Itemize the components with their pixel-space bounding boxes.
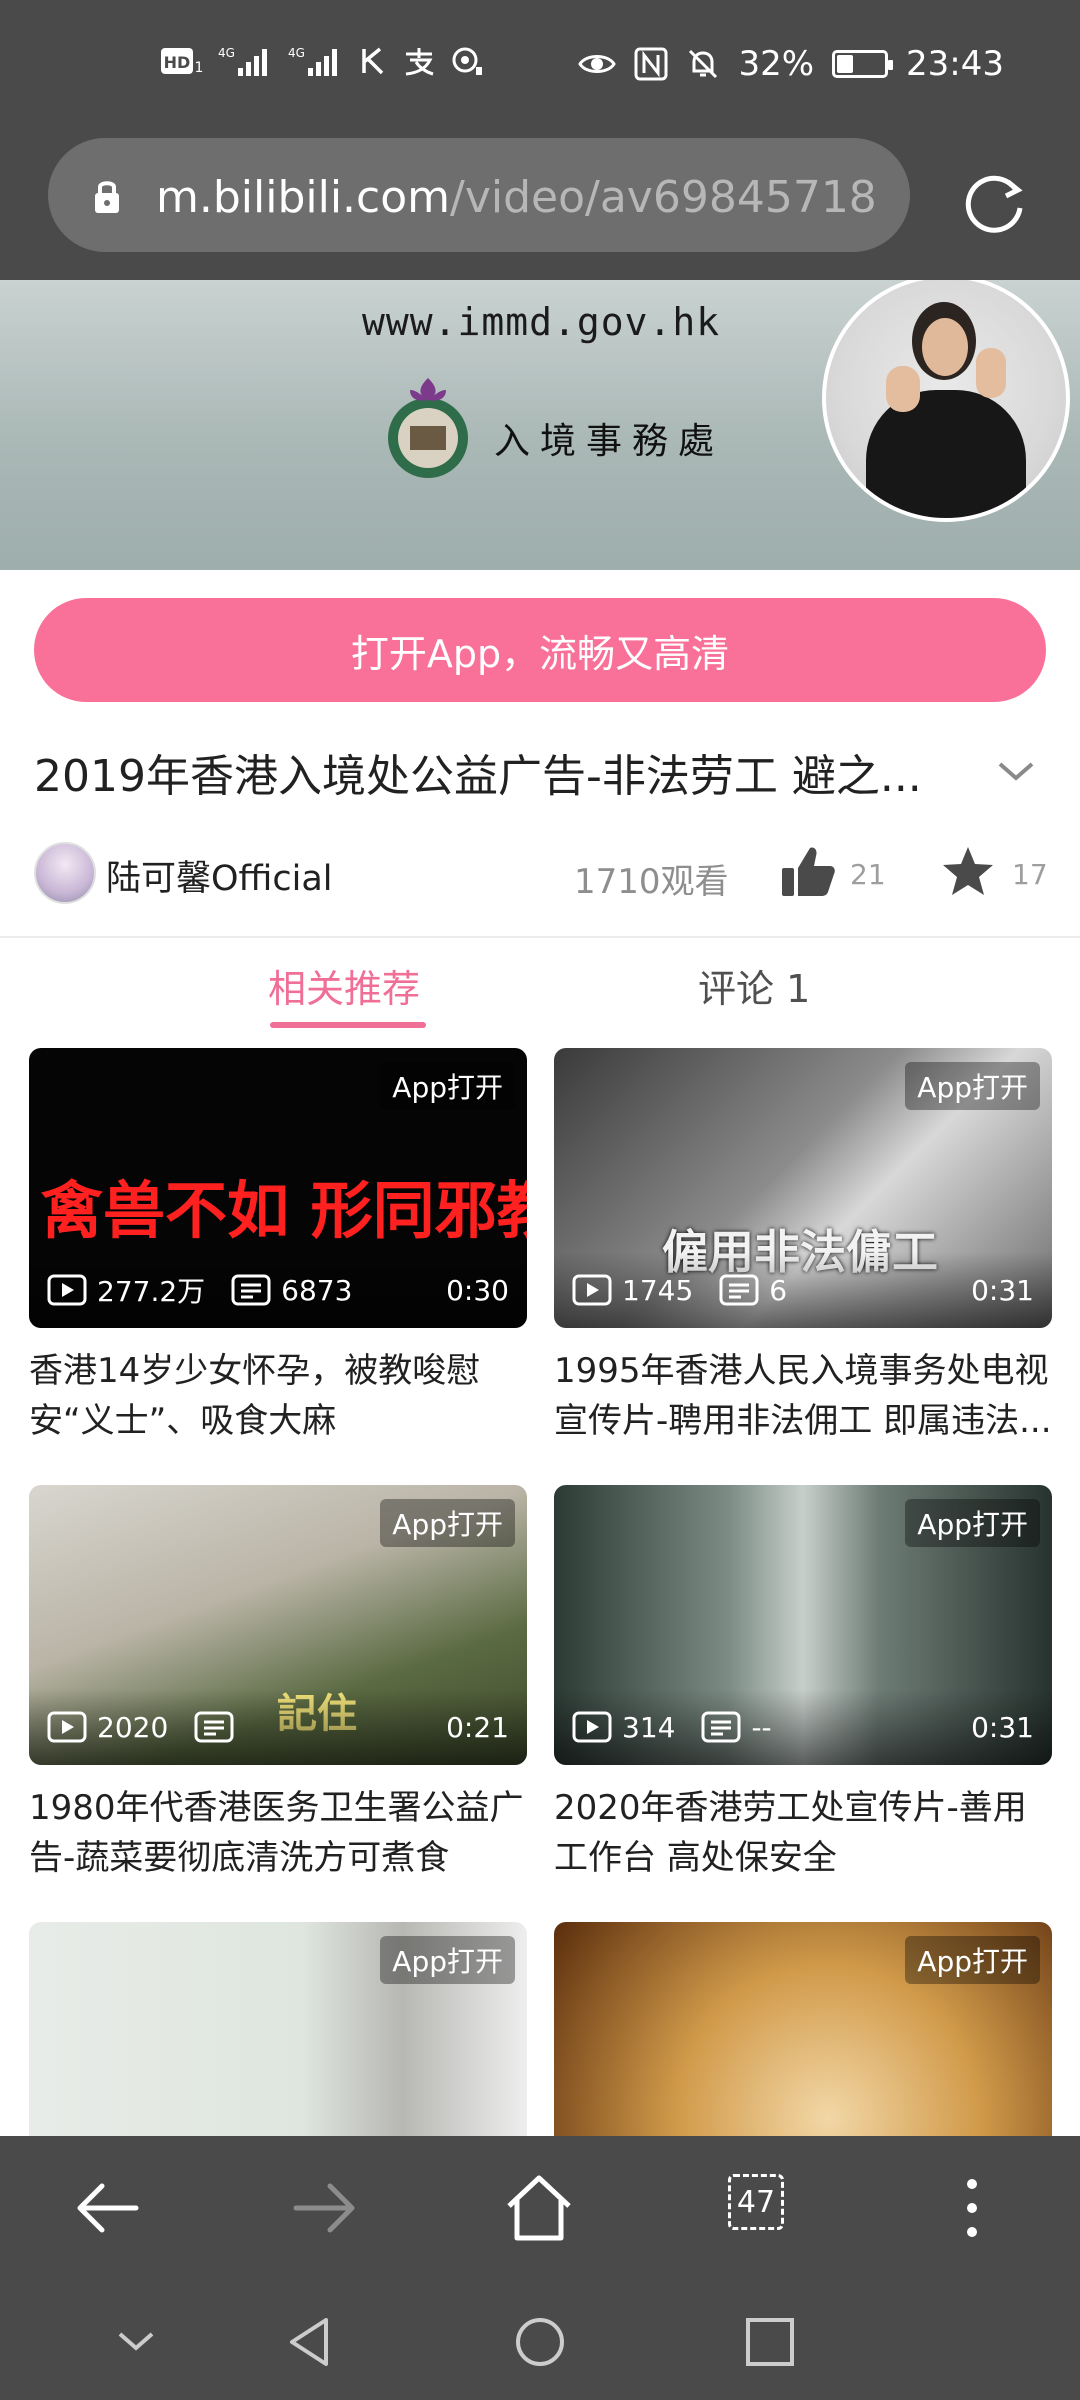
forward-arrow-icon[interactable] bbox=[288, 2172, 360, 2244]
app-open-badge[interactable]: App打开 bbox=[380, 1936, 515, 1984]
signal-4g-icon: 4G bbox=[218, 44, 274, 78]
open-app-button[interactable]: 打开App，流畅又高清 bbox=[34, 598, 1046, 702]
battery-percent: 32% bbox=[738, 44, 815, 84]
svg-text:4G: 4G bbox=[288, 46, 305, 60]
svg-text:1: 1 bbox=[195, 60, 204, 76]
tabs-count-button[interactable]: 47 bbox=[728, 2174, 784, 2230]
clock: 23:43 bbox=[906, 44, 1004, 84]
banner-department-text: 入境事務處 bbox=[494, 421, 725, 462]
uploader-name[interactable]: 陆可馨Official bbox=[106, 850, 333, 901]
danmaku-icon bbox=[231, 1274, 271, 1306]
thumbnail-meta: 2020 0:21 bbox=[29, 1689, 527, 1765]
play-count-icon bbox=[572, 1274, 612, 1306]
thumbnail-overlay-text: 禽兽不如 形同邪教 bbox=[41, 1174, 527, 1247]
related-video-card[interactable]: 僱用非法傭工 App打开 1745 6 0:31 1995年香港人民入境事务处电… bbox=[554, 1048, 1052, 1446]
video-player[interactable]: www.immd.gov.hk 入境事務處 bbox=[0, 280, 1080, 570]
favorite-count: 17 bbox=[1012, 858, 1048, 891]
play-count: 1745 bbox=[622, 1273, 694, 1307]
video-duration: 0:31 bbox=[971, 1710, 1034, 1744]
app-open-badge[interactable]: App打开 bbox=[380, 1499, 515, 1547]
lock-icon bbox=[95, 181, 119, 213]
danmaku-count: 6873 bbox=[281, 1273, 353, 1307]
tab-comments[interactable]: 评论 1 bbox=[698, 958, 810, 1013]
alipay-icon bbox=[402, 46, 436, 76]
card-title[interactable]: 2020年香港劳工处宣传片-善用工作台 高处保安全 bbox=[554, 1783, 1052, 1883]
status-left-icons: HD 1 4G 4G bbox=[160, 44, 484, 78]
video-title: 2019年香港入境处公益广告-非法劳工 避之... bbox=[34, 751, 922, 802]
sign-language-interpreter bbox=[822, 280, 1070, 522]
uploader-avatar[interactable] bbox=[34, 842, 96, 904]
url-path: /video/av69845718 bbox=[450, 172, 877, 223]
thumbnail-meta: 277.2万 6873 0:30 bbox=[29, 1252, 527, 1328]
related-video-card[interactable]: 記住 App打开 2020 0:21 1980年代香港医务卫生署公益广告-蔬菜要… bbox=[29, 1485, 527, 1883]
chevron-down-icon[interactable] bbox=[996, 756, 1036, 786]
browser-bottom-toolbar: 47 bbox=[0, 2136, 1080, 2278]
app-open-badge[interactable]: App打开 bbox=[380, 1062, 515, 1110]
view-count: 1710观看 bbox=[574, 862, 729, 902]
like-count: 21 bbox=[850, 858, 886, 891]
hd-icon: HD 1 bbox=[160, 46, 204, 76]
sync-icon bbox=[450, 45, 484, 77]
app-open-badge[interactable]: App打开 bbox=[905, 1936, 1040, 1984]
thumbnail-meta: 1745 6 0:31 bbox=[554, 1252, 1052, 1328]
play-count: 314 bbox=[622, 1710, 676, 1744]
banner-url-text: www.immd.gov.hk bbox=[362, 300, 721, 344]
play-count-icon bbox=[47, 1711, 87, 1743]
nfc-icon bbox=[634, 47, 668, 81]
system-navigation-bar bbox=[0, 2278, 1080, 2400]
nav-recents-icon[interactable] bbox=[740, 2312, 800, 2372]
eye-icon bbox=[578, 49, 617, 79]
svg-text:4G: 4G bbox=[218, 46, 235, 60]
thumbnail-meta: 314 -- 0:31 bbox=[554, 1689, 1052, 1765]
battery-icon bbox=[832, 50, 894, 78]
mute-bell-icon bbox=[686, 47, 720, 81]
danmaku-count: 6 bbox=[769, 1273, 788, 1307]
card-title[interactable]: 1995年香港人民入境事务处电视宣传片-聘用非法佣工 即属违法... bbox=[554, 1346, 1052, 1446]
immd-emblem-icon bbox=[388, 378, 468, 478]
danmaku-icon bbox=[701, 1711, 741, 1743]
play-count-icon bbox=[47, 1274, 87, 1306]
related-video-card[interactable]: 禽兽不如 形同邪教 App打开 277.2万 6873 0:30 香港14岁少女… bbox=[29, 1048, 527, 1446]
more-menu-icon[interactable] bbox=[936, 2172, 1008, 2244]
play-count-icon bbox=[572, 1711, 612, 1743]
star-icon[interactable] bbox=[940, 844, 996, 900]
danmaku-icon bbox=[719, 1274, 759, 1306]
thumbs-up-icon[interactable] bbox=[780, 844, 836, 900]
home-icon[interactable] bbox=[503, 2172, 575, 2244]
video-thumbnail[interactable]: 僱用非法傭工 App打开 1745 6 0:31 bbox=[554, 1048, 1052, 1328]
related-video-card[interactable]: App打开 314 -- 0:31 2020年香港劳工处宣传片-善用工作台 高处… bbox=[554, 1485, 1052, 1883]
svg-text:HD: HD bbox=[164, 53, 191, 72]
url-domain: m.bilibili.com bbox=[156, 172, 451, 223]
signal-4g-icon: 4G bbox=[288, 44, 344, 78]
card-title[interactable]: 1980年代香港医务卫生署公益广告-蔬菜要彻底清洗方可煮食 bbox=[29, 1783, 527, 1883]
play-count: 2020 bbox=[97, 1710, 169, 1744]
video-duration: 0:30 bbox=[446, 1273, 509, 1307]
tab-related[interactable]: 相关推荐 bbox=[268, 958, 420, 1013]
nav-home-icon[interactable] bbox=[510, 2312, 570, 2372]
status-bar: HD 1 4G 4G 32% 23:43 bbox=[0, 0, 1080, 136]
address-bar[interactable]: m.bilibili.com/video/av69845718 bbox=[48, 138, 910, 252]
video-thumbnail[interactable]: App打开 314 -- 0:31 bbox=[554, 1485, 1052, 1765]
video-duration: 0:21 bbox=[446, 1710, 509, 1744]
video-thumbnail[interactable]: 記住 App打开 2020 0:21 bbox=[29, 1485, 527, 1765]
app-open-badge[interactable]: App打开 bbox=[905, 1499, 1040, 1547]
danmaku-icon bbox=[194, 1711, 234, 1743]
card-title[interactable]: 香港14岁少女怀孕，被教唆慰安“义士”、吸食大麻 bbox=[29, 1346, 527, 1446]
video-duration: 0:31 bbox=[971, 1273, 1034, 1307]
status-right-icons: 32% 23:43 bbox=[578, 44, 1004, 84]
browser-toolbar: m.bilibili.com/video/av69845718 bbox=[0, 136, 1080, 280]
tab-active-indicator bbox=[270, 1022, 426, 1028]
video-thumbnail[interactable]: 禽兽不如 形同邪教 App打开 277.2万 6873 0:30 bbox=[29, 1048, 527, 1328]
chevron-down-icon[interactable] bbox=[106, 2312, 166, 2372]
url-text: m.bilibili.com/video/av69845718 bbox=[156, 172, 877, 223]
back-arrow-icon[interactable] bbox=[72, 2172, 144, 2244]
k-icon bbox=[358, 46, 388, 76]
refresh-icon[interactable] bbox=[958, 166, 1032, 240]
play-count: 277.2万 bbox=[97, 1275, 206, 1308]
battery-fill bbox=[837, 55, 854, 73]
danmaku-count: -- bbox=[751, 1710, 772, 1744]
app-open-badge[interactable]: App打开 bbox=[905, 1062, 1040, 1110]
divider bbox=[0, 936, 1080, 938]
nav-back-icon[interactable] bbox=[280, 2312, 340, 2372]
